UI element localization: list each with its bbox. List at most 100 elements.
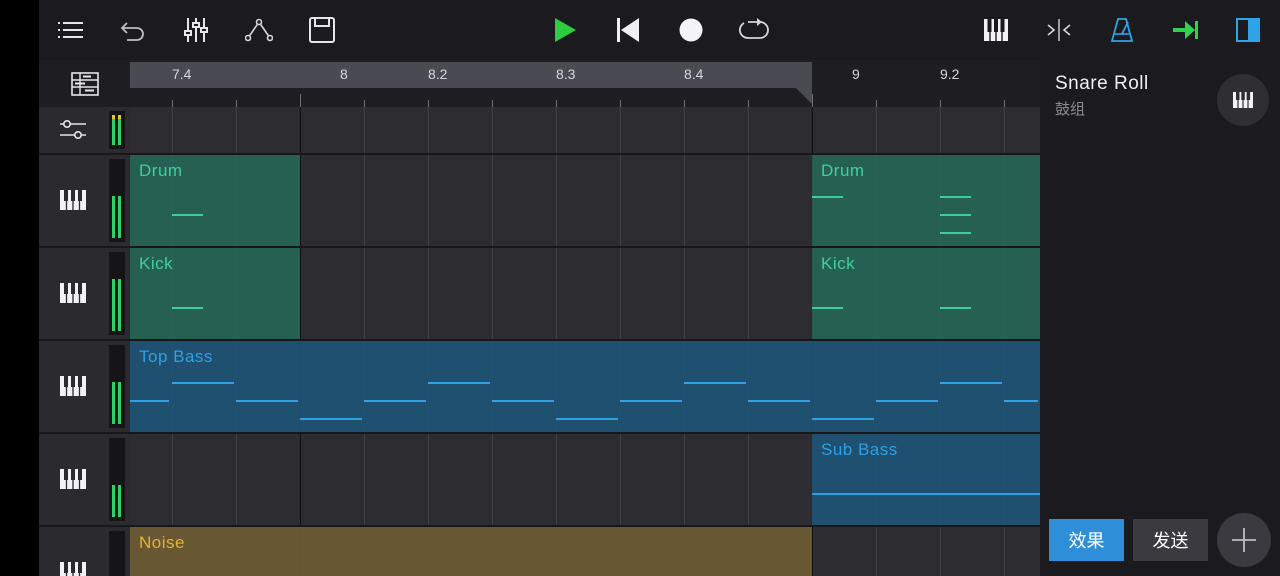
piano-keys-icon[interactable] [59,468,87,494]
midi-note [364,400,426,402]
midi-note [812,493,1040,495]
midi-note [1004,400,1038,402]
midi-note [130,400,169,402]
master-routing-icon[interactable] [59,118,87,146]
ruler-label: 8.3 [556,66,576,82]
track-level-meter [109,252,125,335]
ruler-tick [236,100,237,107]
piano-keys-icon[interactable] [59,375,87,401]
record-icon[interactable] [671,10,711,50]
clip-label: Sub Bass [821,440,898,459]
save-icon[interactable] [302,10,342,50]
loop-icon[interactable] [734,10,774,50]
midi-note [876,400,938,402]
clip-top-bass[interactable]: Top Bass [130,341,1040,432]
plus-icon[interactable] [1217,513,1271,567]
master-track-header[interactable] [39,107,130,155]
track-header-top-bass[interactable] [39,341,130,434]
ruler-tick [812,94,813,107]
clip-kick[interactable]: Kick [130,248,300,339]
track-header-noise[interactable] [39,527,130,576]
track-header-sub-bass[interactable] [39,434,130,527]
midi-note [748,400,810,402]
clip-sub-bass[interactable]: Sub Bass [812,434,1040,525]
ruler-label: 8.4 [684,66,704,82]
ruler-tick [1004,100,1005,107]
metronome-icon[interactable] [1102,10,1142,50]
clip-label: Drum [821,161,865,180]
instrument-name: Snare Roll [1055,73,1149,94]
midi-note [172,307,203,309]
loop-region[interactable] [130,62,812,88]
ruler-tick [492,100,493,107]
ruler-tick [172,100,173,107]
midi-note [812,307,843,309]
ruler-tick [620,100,621,107]
track-level-meter [109,345,125,428]
track-list-toggle-icon[interactable] [39,60,130,107]
piano-keys-icon[interactable] [59,282,87,308]
clip-kick[interactable]: Kick [812,248,1040,339]
track-header-kick[interactable] [39,248,130,341]
midi-note [172,382,234,384]
play-icon[interactable] [545,10,585,50]
clip-drum[interactable]: Drum [130,155,300,246]
mixer-icon[interactable] [176,10,216,50]
ruler-tick [684,100,685,107]
midi-note [620,400,682,402]
ruler-label: 8.2 [428,66,448,82]
ruler-tick [876,100,877,107]
ruler-label: 9 [852,66,860,82]
master-level-meter [109,111,125,149]
clip-label: Kick [139,254,174,273]
timeline-ruler[interactable]: 7.4 8 8.2 8.3 8.4 9 9.2 [130,60,1040,107]
clip-label: Kick [821,254,856,273]
rewind-to-start-icon[interactable] [608,10,648,50]
ruler-label: 8 [340,66,348,82]
clip-label: Top Bass [139,347,213,366]
top-toolbar [39,0,1280,60]
midi-note [428,382,490,384]
piano-keys-icon[interactable] [1217,74,1269,126]
midi-note [684,382,746,384]
midi-note [236,400,298,402]
ruler-tick [428,100,429,107]
midi-note [492,400,554,402]
ruler-tick [940,100,941,107]
menu-icon[interactable] [51,10,91,50]
midi-note [940,382,1002,384]
follow-icon[interactable] [1165,10,1205,50]
effects-button[interactable]: 效果 [1049,519,1124,561]
undo-icon[interactable] [113,10,153,50]
ruler-label: 9.2 [940,66,960,82]
ruler-tick [748,100,749,107]
track-level-meter [109,159,125,242]
midi-note [940,196,971,198]
daw-app: 7.4 8 8.2 8.3 8.4 9 9.2 Drum Drum Kick K… [39,0,1280,576]
track-level-meter [109,531,125,576]
midi-note [300,418,362,420]
piano-keys-icon[interactable] [59,561,87,576]
track-header-drum[interactable] [39,155,130,248]
midi-note [812,196,843,198]
clip-drum[interactable]: Drum [812,155,1040,246]
clip-label: Drum [139,161,183,180]
panel-toggle-icon[interactable] [1228,10,1268,50]
clip-noise[interactable]: Noise [130,527,812,576]
piano-roll-icon[interactable] [976,10,1016,50]
piano-keys-icon[interactable] [59,189,87,215]
midi-note [172,214,203,216]
midi-note [556,418,618,420]
midi-note [940,232,971,234]
automation-icon[interactable] [239,10,279,50]
send-button[interactable]: 发送 [1133,519,1208,561]
arrangement-grid[interactable]: Drum Drum Kick Kick Top Bass Sub Bass No… [130,107,1040,576]
ruler-tick [300,94,301,107]
clip-label: Noise [139,533,185,552]
split-icon[interactable] [1039,10,1079,50]
track-level-meter [109,438,125,521]
loop-end-marker[interactable] [796,88,812,104]
ruler-label: 7.4 [172,66,192,82]
midi-note [940,307,971,309]
ruler-tick [364,100,365,107]
